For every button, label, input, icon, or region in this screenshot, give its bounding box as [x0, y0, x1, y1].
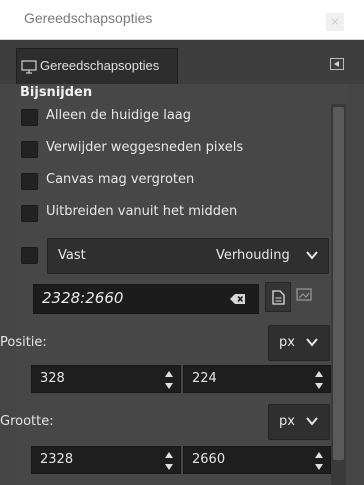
- size-width-spinner[interactable]: 2328: [31, 446, 181, 474]
- tab-tool-options[interactable]: Gereedschapsopties: [16, 48, 178, 84]
- checkbox-delete-cropped-pixels[interactable]: [21, 141, 38, 158]
- spin-arrows-icon[interactable]: [314, 451, 324, 471]
- chevron-down-icon: [305, 414, 319, 432]
- tab-bar: Gereedschapsopties: [0, 40, 364, 84]
- option-label-expand-from-center: Uitbreiden vanuit het midden: [46, 204, 238, 219]
- size-height-value: 2660: [192, 452, 226, 467]
- position-y-value: 224: [192, 371, 217, 386]
- monitor-icon: [21, 60, 37, 78]
- position-label: Positie:: [0, 335, 47, 350]
- checkbox-fixed[interactable]: [21, 247, 38, 264]
- option-label-current-layer-only: Alleen de huidige laag: [46, 108, 191, 123]
- portrait-button[interactable]: [265, 282, 291, 312]
- position-x-value: 328: [40, 371, 65, 386]
- spin-arrows-icon[interactable]: [314, 370, 324, 390]
- checkbox-allow-growing[interactable]: [21, 173, 38, 190]
- checkbox-current-layer-only[interactable]: [21, 109, 38, 126]
- aspect-ratio-input[interactable]: 2328:2660: [33, 284, 259, 314]
- size-height-spinner[interactable]: 2660: [183, 446, 331, 474]
- option-label-allow-growing: Canvas mag vergroten: [46, 172, 195, 187]
- spin-arrows-icon[interactable]: [164, 451, 174, 471]
- size-width-value: 2328: [40, 452, 74, 467]
- portrait-icon: [272, 290, 285, 309]
- fixed-label: Vast: [58, 248, 86, 263]
- position-y-spinner[interactable]: 224: [183, 365, 331, 393]
- close-icon[interactable]: ×: [326, 13, 344, 31]
- position-unit-value: px: [279, 335, 295, 350]
- window-title: Gereedschapsopties: [24, 10, 153, 26]
- size-label: Grootte:: [0, 414, 54, 429]
- clear-icon[interactable]: [230, 293, 246, 309]
- chevron-down-icon: [305, 248, 319, 266]
- fixed-mode-select[interactable]: Vast Verhouding: [47, 238, 329, 274]
- tab-menu-icon[interactable]: [330, 58, 344, 70]
- section-title: Bijsnijden: [20, 85, 93, 100]
- size-unit-select[interactable]: px: [268, 404, 330, 440]
- tab-label: Gereedschapsopties: [40, 58, 160, 73]
- fixed-mode-value: Verhouding: [216, 248, 290, 263]
- position-x-spinner[interactable]: 328: [31, 365, 181, 393]
- spin-arrows-icon[interactable]: [164, 370, 174, 390]
- position-unit-select[interactable]: px: [268, 325, 330, 361]
- checkbox-expand-from-center[interactable]: [21, 205, 38, 222]
- size-unit-value: px: [279, 414, 295, 429]
- window-titlebar: Gereedschapsopties ×: [0, 0, 364, 40]
- option-label-delete-cropped-pixels: Verwijder weggesneden pixels: [46, 140, 244, 155]
- landscape-icon[interactable]: [296, 288, 312, 305]
- scrollbar-thumb[interactable]: [333, 107, 344, 460]
- aspect-ratio-value: 2328:2660: [42, 289, 124, 307]
- chevron-down-icon: [305, 335, 319, 353]
